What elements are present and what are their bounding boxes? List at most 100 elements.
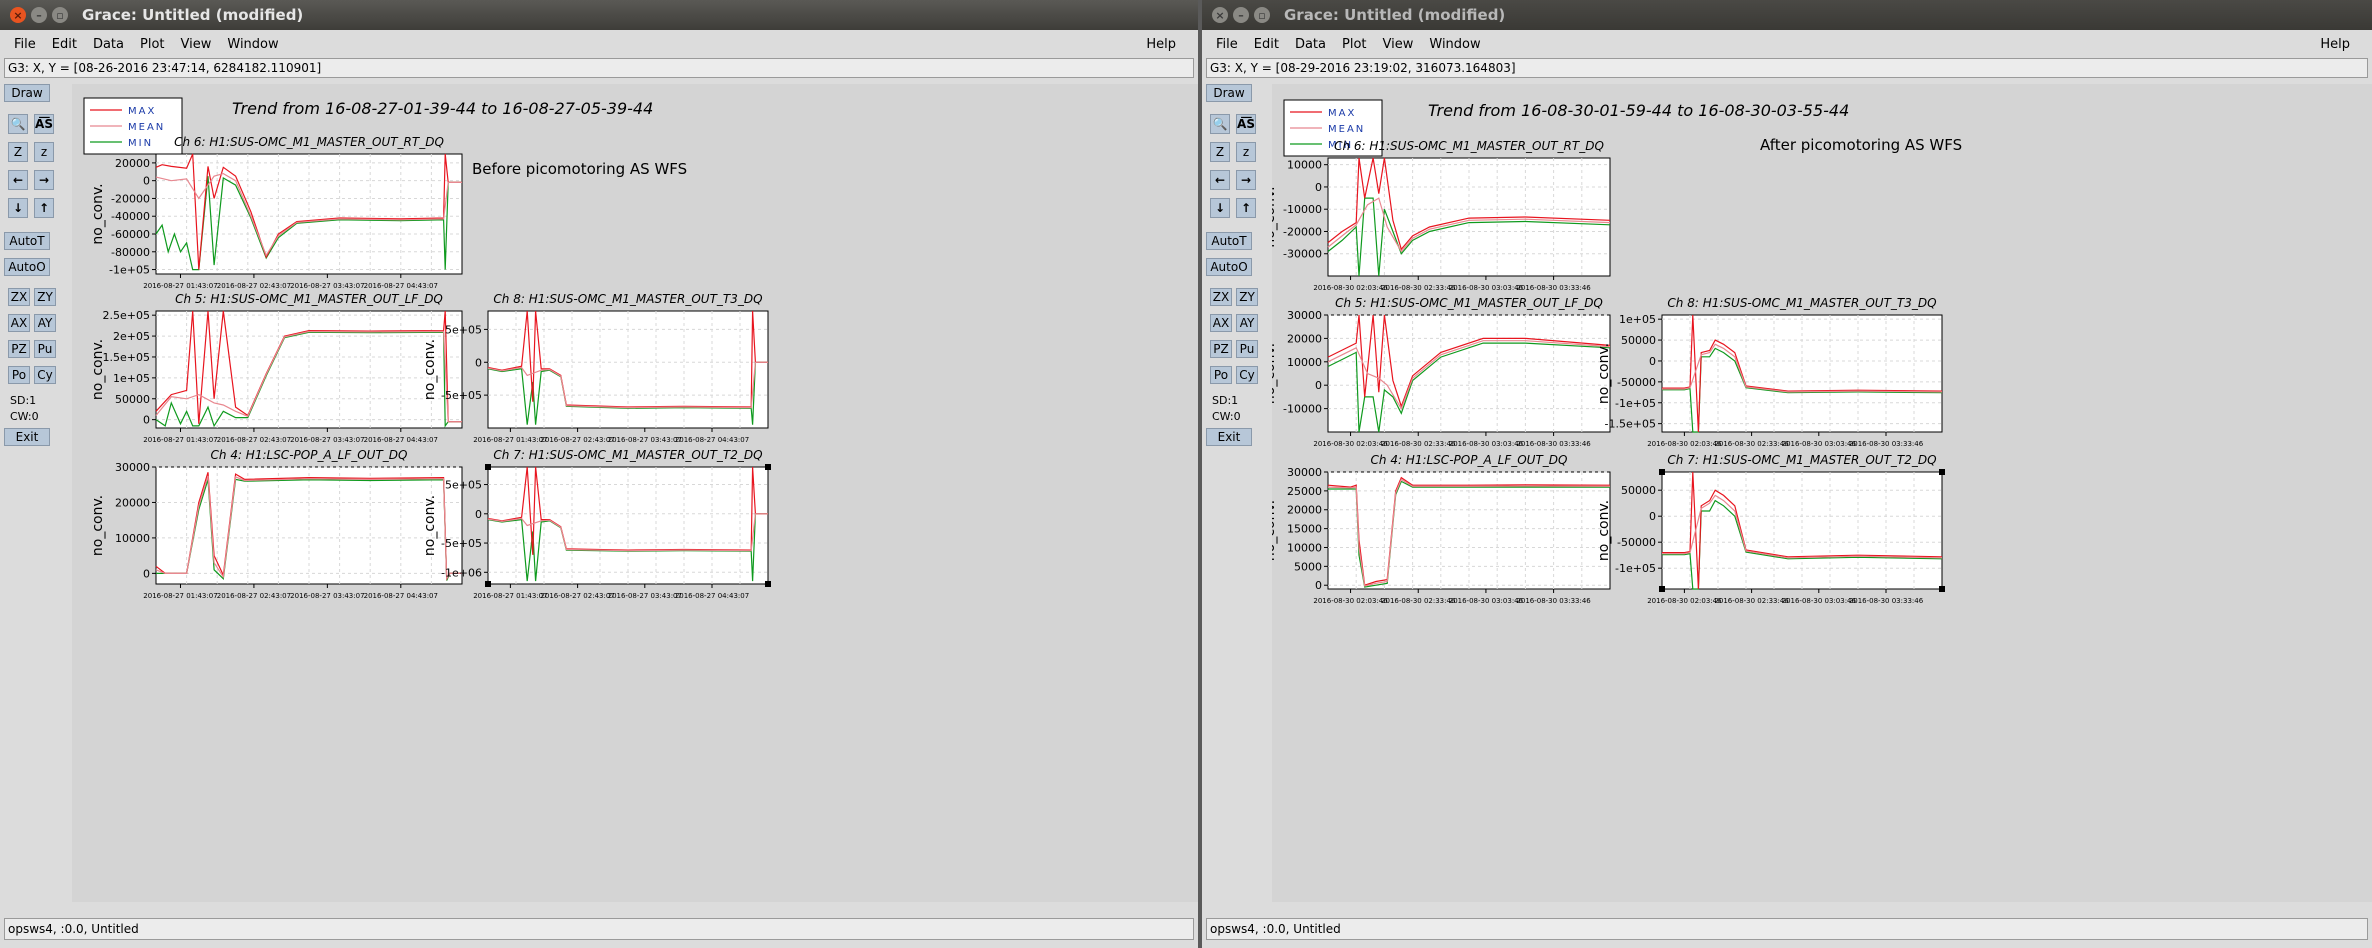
zoom-in-button[interactable]: Z xyxy=(1210,142,1230,162)
menu-plot[interactable]: Plot xyxy=(1334,37,1375,52)
arrow-down-icon[interactable]: ↓ xyxy=(8,198,28,218)
menu-file[interactable]: File xyxy=(6,37,44,52)
menu-data[interactable]: Data xyxy=(85,37,132,52)
pu-button[interactable]: Pu xyxy=(34,340,56,358)
autoo-button[interactable]: AutoO xyxy=(1206,258,1252,276)
selection-handle[interactable] xyxy=(485,464,491,470)
selection-handle[interactable] xyxy=(485,581,491,587)
chart-panel[interactable]: Ch 6: H1:SUS-OMC_M1_MASTER_OUT_RT_DQ 2000… xyxy=(90,135,463,290)
maximize-icon[interactable]: ▫ xyxy=(1254,7,1270,23)
menu-data[interactable]: Data xyxy=(1287,37,1334,52)
y-tick-label: -80000 xyxy=(111,246,150,259)
arrow-left-icon[interactable]: ← xyxy=(1210,170,1230,190)
y-axis-label: no_conv. xyxy=(90,495,106,556)
ay-button[interactable]: AY xyxy=(1236,314,1258,332)
chart-title: Ch 5: H1:SUS-OMC_M1_MASTER_OUT_LF_DQ xyxy=(1335,296,1603,310)
menu-view[interactable]: View xyxy=(1375,37,1422,52)
y-tick-label: 15000 xyxy=(1287,523,1322,536)
pz-button[interactable]: PZ xyxy=(1210,340,1232,358)
x-tick-label: 2016-08-27 03:43:07 xyxy=(608,592,682,600)
x-tick-label: 2016-08-27 04:43:07 xyxy=(675,436,749,444)
zoom-in-button[interactable]: Z xyxy=(8,142,28,162)
arrow-right-icon[interactable]: → xyxy=(34,170,54,190)
autoo-button[interactable]: AutoO xyxy=(4,258,50,276)
selection-handle[interactable] xyxy=(1659,469,1665,475)
y-tick-label: -1e+05 xyxy=(1615,562,1656,575)
menu-file[interactable]: File xyxy=(1208,37,1246,52)
close-icon[interactable]: × xyxy=(10,7,26,23)
x-tick-label: 2016-08-27 01:43:07 xyxy=(473,436,547,444)
zx-button[interactable]: ZX xyxy=(8,288,30,306)
zoom-icon[interactable]: 🔍 xyxy=(1210,114,1230,134)
autoscale-icon[interactable]: A͞S xyxy=(34,114,54,134)
menu-edit[interactable]: Edit xyxy=(44,37,85,52)
menu-edit[interactable]: Edit xyxy=(1246,37,1287,52)
autot-button[interactable]: AutoT xyxy=(4,232,50,250)
exit-button[interactable]: Exit xyxy=(4,428,50,446)
draw-button[interactable]: Draw xyxy=(4,84,50,102)
po-button[interactable]: Po xyxy=(1210,366,1232,384)
y-tick-label: -20000 xyxy=(111,192,150,205)
zoom-icon[interactable]: 🔍 xyxy=(8,114,28,134)
arrow-up-icon[interactable]: ↑ xyxy=(1236,198,1256,218)
autoscale-icon[interactable]: A͞S xyxy=(1236,114,1256,134)
minimize-icon[interactable]: – xyxy=(1233,7,1249,23)
menu-window[interactable]: Window xyxy=(219,37,286,52)
arrow-left-icon[interactable]: ← xyxy=(8,170,28,190)
zx-button[interactable]: ZX xyxy=(1210,288,1232,306)
ax-button[interactable]: AX xyxy=(8,314,30,332)
menu-plot[interactable]: Plot xyxy=(132,37,173,52)
chart-title: Ch 7: H1:SUS-OMC_M1_MASTER_OUT_T2_DQ xyxy=(493,448,762,462)
legend-label: MAX xyxy=(128,106,156,117)
graph-svg: Trend from 16-08-30-01-59-44 to 16-08-30… xyxy=(1272,90,2322,886)
legend[interactable]: MAX MEAN MIN xyxy=(83,97,183,155)
autot-button[interactable]: AutoT xyxy=(1206,232,1252,250)
minimize-icon[interactable]: – xyxy=(31,7,47,23)
menu-view[interactable]: View xyxy=(173,37,220,52)
y-tick-label: 1e+05 xyxy=(1619,313,1656,326)
graph-svg: Trend from 16-08-27-01-39-44 to 16-08-27… xyxy=(76,90,1148,886)
selection-handle[interactable] xyxy=(765,464,771,470)
selection-handle[interactable] xyxy=(1939,469,1945,475)
plot-canvas[interactable]: Trend from 16-08-30-01-59-44 to 16-08-30… xyxy=(1272,84,2372,902)
window-titlebar[interactable]: × – ▫ Grace: Untitled (modified) xyxy=(0,0,1198,30)
exit-button[interactable]: Exit xyxy=(1206,428,1252,446)
pz-button[interactable]: PZ xyxy=(8,340,30,358)
cy-button[interactable]: Cy xyxy=(34,366,56,384)
close-icon[interactable]: × xyxy=(1212,7,1228,23)
menu-help[interactable]: Help xyxy=(1138,37,1184,52)
selection-handle[interactable] xyxy=(1939,586,1945,592)
pu-button[interactable]: Pu xyxy=(1236,340,1258,358)
ax-button[interactable]: AX xyxy=(1210,314,1232,332)
window-titlebar[interactable]: × – ▫ Grace: Untitled (modified) xyxy=(1202,0,2372,30)
cy-button[interactable]: Cy xyxy=(1236,366,1258,384)
x-tick-label: 2016-08-27 01:43:07 xyxy=(143,282,217,290)
y-axis-label: no_conv. xyxy=(1596,343,1612,404)
y-tick-label: 0 xyxy=(143,414,150,427)
draw-button[interactable]: Draw xyxy=(1206,84,1252,102)
x-tick-label: 2016-08-27 04:43:07 xyxy=(364,282,438,290)
menu-help[interactable]: Help xyxy=(2312,37,2358,52)
menu-window[interactable]: Window xyxy=(1421,37,1488,52)
selection-handle[interactable] xyxy=(765,581,771,587)
maximize-icon[interactable]: ▫ xyxy=(52,7,68,23)
arrow-up-icon[interactable]: ↑ xyxy=(34,198,54,218)
y-axis-label: no_conv. xyxy=(1272,186,1278,247)
y-tick-label: 30000 xyxy=(1287,466,1322,479)
arrow-down-icon[interactable]: ↓ xyxy=(1210,198,1230,218)
zoom-out-button[interactable]: z xyxy=(1236,142,1256,162)
selection-handle[interactable] xyxy=(1659,586,1665,592)
zoom-out-button[interactable]: z xyxy=(34,142,54,162)
zy-button[interactable]: ZY xyxy=(34,288,56,306)
chart-title: Ch 7: H1:SUS-OMC_M1_MASTER_OUT_T2_DQ xyxy=(1667,453,1936,467)
ay-button[interactable]: AY xyxy=(34,314,56,332)
x-tick-label: 2016-08-27 04:43:07 xyxy=(364,592,438,600)
po-button[interactable]: Po xyxy=(8,366,30,384)
y-tick-label: -1e+05 xyxy=(109,264,150,277)
plot-canvas[interactable]: Trend from 16-08-27-01-39-44 to 16-08-27… xyxy=(72,84,1198,902)
y-tick-label: -40000 xyxy=(111,210,150,223)
x-tick-label: 2016-08-30 03:03:46 xyxy=(1782,597,1857,605)
x-tick-label: 2016-08-27 03:43:07 xyxy=(290,592,364,600)
zy-button[interactable]: ZY xyxy=(1236,288,1258,306)
arrow-right-icon[interactable]: → xyxy=(1236,170,1256,190)
